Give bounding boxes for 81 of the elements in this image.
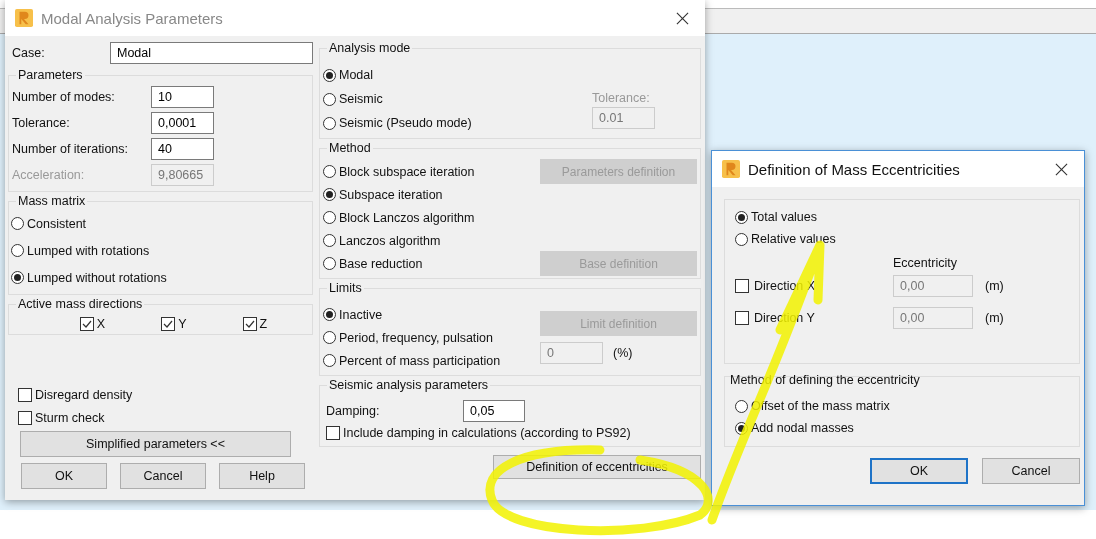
field-label: Number of modes: <box>12 90 115 104</box>
checkbox[interactable] <box>161 317 176 331</box>
input-field[interactable]: 10 <box>151 86 214 108</box>
radio-indicator[interactable] <box>323 331 336 344</box>
dialog-button[interactable]: OK <box>21 463 107 489</box>
radio-option[interactable]: Total values <box>735 206 1069 228</box>
radio-option[interactable]: Subspace iteration <box>323 182 443 207</box>
radio-indicator[interactable] <box>323 165 336 178</box>
dialog-button[interactable]: Cancel <box>120 463 206 489</box>
radio-indicator[interactable] <box>323 116 336 130</box>
group-title: Active mass directions <box>16 297 145 311</box>
radio-indicator[interactable] <box>11 244 24 257</box>
field-label: Number of iterations: <box>12 142 129 156</box>
radio-option[interactable]: Consistent <box>11 210 309 237</box>
radio-option[interactable]: Lumped without rotations <box>11 264 309 291</box>
group-title: Parameters <box>16 68 85 82</box>
simplified-parameters-button[interactable]: Simplified parameters << <box>20 431 291 457</box>
radio-indicator[interactable] <box>323 234 336 247</box>
radio-option[interactable]: Relative values <box>735 228 1069 250</box>
radio-option[interactable]: Block Lanczos algorithm <box>323 205 475 230</box>
checkbox-option[interactable]: Include damping in calculations (according to PS92) <box>326 426 694 440</box>
group-title: Limits <box>327 281 364 295</box>
radio-option[interactable]: Lanczos algorithm <box>323 228 441 253</box>
radio-indicator[interactable] <box>323 188 336 201</box>
field-label: Tolerance: <box>12 116 70 130</box>
unit-label: (m) <box>985 279 1004 293</box>
radio-indicator[interactable] <box>323 257 336 270</box>
field-label: Case: <box>12 46 45 60</box>
radio-option[interactable]: Modal <box>323 63 472 87</box>
checkbox-option[interactable]: Z <box>242 317 268 331</box>
field-label: Acceleration: <box>12 168 85 182</box>
radio-option[interactable]: Period, frequency, pulsation <box>323 326 501 349</box>
radio-option[interactable]: Base reduction <box>323 251 423 276</box>
radio-option[interactable]: Block subspace iteration <box>323 159 475 184</box>
field-label: Tolerance: <box>592 91 650 105</box>
checkbox[interactable] <box>18 410 32 425</box>
close-icon[interactable] <box>1055 162 1068 176</box>
checkbox-option[interactable]: Y <box>161 317 187 331</box>
window-title: Definition of Mass Eccentricities <box>748 160 961 178</box>
radio-indicator[interactable] <box>323 354 336 367</box>
window-title: Modal Analysis Parameters <box>41 9 224 27</box>
radio-indicator[interactable] <box>735 210 748 224</box>
group-title: Seismic analysis parameters <box>327 378 491 392</box>
group-title: Method <box>327 141 373 155</box>
checkbox[interactable] <box>18 387 32 402</box>
checkbox-option[interactable]: Sturm check <box>8 406 313 429</box>
checkbox[interactable] <box>242 317 257 331</box>
app-logo-icon <box>15 9 33 27</box>
checkbox[interactable] <box>79 317 94 331</box>
radio-option[interactable]: Lumped with rotations <box>11 237 309 264</box>
unit-label: (m) <box>985 311 1004 325</box>
input-field[interactable]: 0,0001 <box>151 112 214 134</box>
checkbox[interactable] <box>326 426 340 440</box>
group-title: Mass matrix <box>16 194 88 208</box>
radio-indicator[interactable] <box>323 308 336 321</box>
radio-option[interactable]: Add nodal masses <box>735 417 1069 439</box>
dialog-button[interactable]: OK <box>870 458 968 484</box>
radio-indicator[interactable] <box>11 217 24 230</box>
radio-option[interactable]: Inactive <box>323 303 501 326</box>
radio-indicator[interactable] <box>735 399 748 413</box>
checkbox-option[interactable]: Disregard density <box>8 383 313 406</box>
radio-option[interactable]: Seismic (Pseudo mode) <box>323 111 472 135</box>
dialog-button[interactable]: Help <box>219 463 305 489</box>
radio-indicator[interactable] <box>735 232 748 246</box>
radio-indicator[interactable] <box>323 68 336 82</box>
field-label: Damping: <box>326 404 381 418</box>
close-icon[interactable] <box>676 11 689 25</box>
radio-option[interactable]: Seismic <box>323 87 472 111</box>
radio-indicator[interactable] <box>323 211 336 224</box>
radio-indicator[interactable] <box>11 271 24 284</box>
radio-indicator[interactable] <box>323 92 336 106</box>
checkbox-option[interactable]: X <box>79 317 106 331</box>
input-field[interactable]: Modal <box>110 42 313 64</box>
app-logo-icon <box>722 160 740 178</box>
dialog-button[interactable]: Cancel <box>982 458 1080 484</box>
input-field[interactable]: 0,05 <box>463 400 525 422</box>
radio-option[interactable]: Percent of mass participation <box>323 349 501 372</box>
group-title: Analysis mode <box>327 41 413 55</box>
unit-label: (%) <box>613 346 633 360</box>
input-field[interactable]: 40 <box>151 138 214 160</box>
column-heading: Eccentricity <box>893 256 957 270</box>
